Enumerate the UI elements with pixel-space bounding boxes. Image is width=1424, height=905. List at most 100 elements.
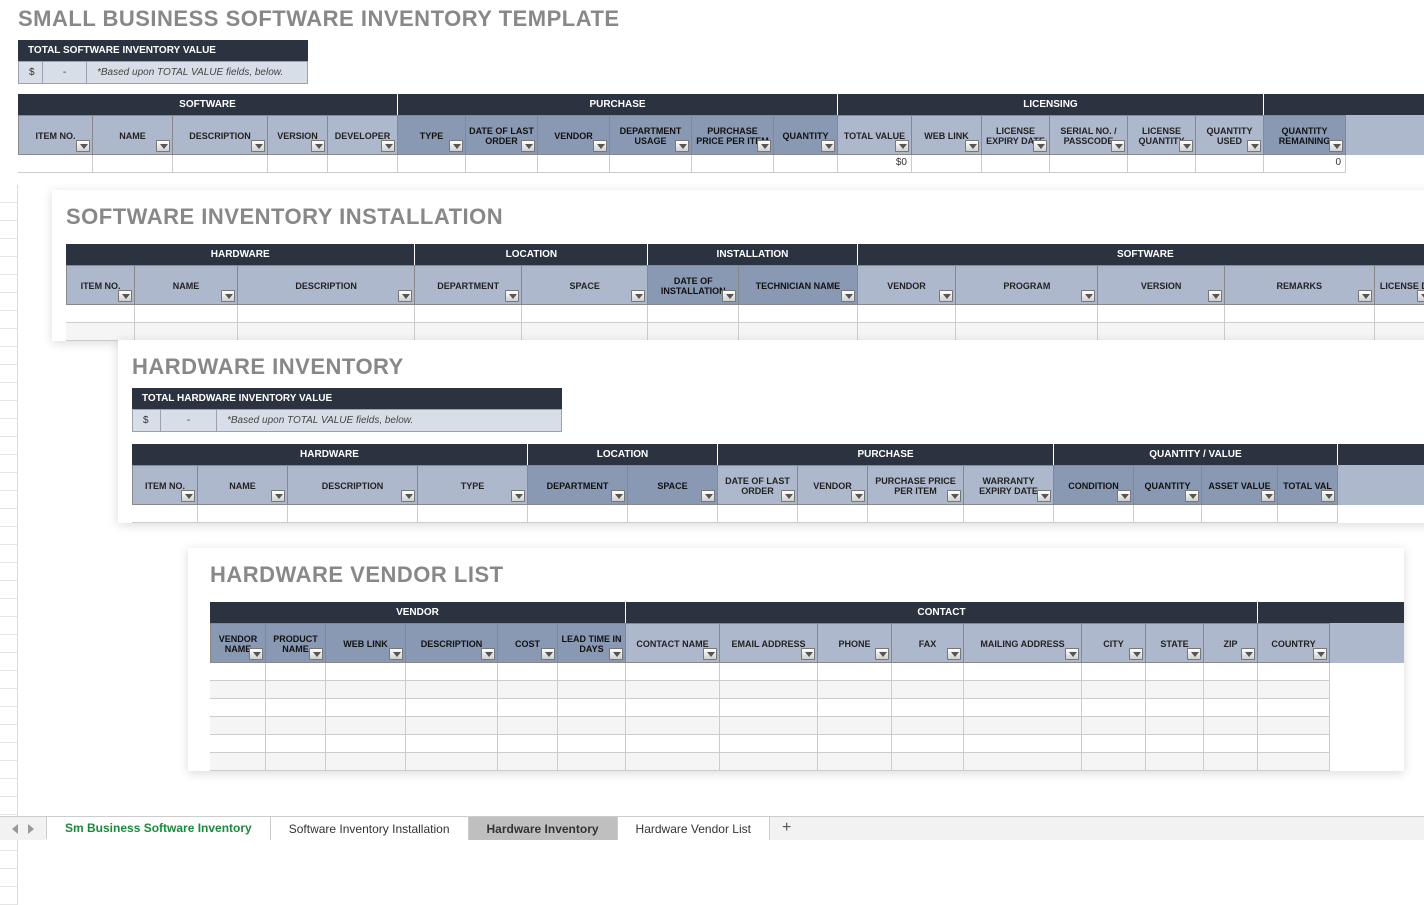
filter-dropdown-icon[interactable] [118, 290, 132, 302]
filter-dropdown-icon[interactable] [249, 648, 263, 660]
table-cell[interactable] [498, 681, 558, 699]
filter-dropdown-icon[interactable] [965, 140, 979, 152]
table-cell[interactable] [210, 681, 266, 699]
table-cell[interactable] [135, 305, 238, 323]
table-cell[interactable] [892, 681, 964, 699]
tab-sm-business-software-inventory[interactable]: Sm Business Software Inventory [46, 817, 271, 840]
table-cell[interactable] [266, 735, 326, 753]
column-header[interactable]: QUANTITY REMAINING [1264, 115, 1346, 155]
table-cell[interactable] [93, 155, 173, 173]
table-cell[interactable] [266, 681, 326, 699]
filter-dropdown-icon[interactable] [541, 648, 555, 660]
table-cell[interactable] [739, 323, 857, 341]
filter-dropdown-icon[interactable] [1129, 648, 1143, 660]
filter-dropdown-icon[interactable] [1037, 490, 1051, 502]
filter-dropdown-icon[interactable] [947, 490, 961, 502]
table-cell[interactable] [406, 699, 498, 717]
filter-dropdown-icon[interactable] [1117, 490, 1131, 502]
filter-dropdown-icon[interactable] [389, 648, 403, 660]
column-header[interactable]: SERIAL NO. / PASSCODE [1050, 115, 1128, 155]
tab-nav-prev-icon[interactable] [8, 822, 22, 836]
table-cell[interactable] [720, 663, 818, 681]
column-header[interactable]: EMAIL ADDRESS [720, 623, 818, 663]
table-cell[interactable] [415, 323, 522, 341]
table-cell[interactable] [858, 323, 957, 341]
table-cell[interactable] [268, 155, 328, 173]
column-header[interactable]: LICENSE EXPIRY DATE [982, 115, 1050, 155]
table-cell[interactable] [774, 155, 838, 173]
table-cell[interactable] [498, 735, 558, 753]
table-cell[interactable] [1202, 505, 1278, 523]
table-cell[interactable] [720, 681, 818, 699]
column-header[interactable]: COST [498, 623, 558, 663]
table-cell[interactable] [892, 699, 964, 717]
filter-dropdown-icon[interactable] [821, 140, 835, 152]
table-cell[interactable] [288, 505, 418, 523]
table-cell[interactable] [558, 735, 626, 753]
add-sheet-button[interactable]: + [769, 817, 803, 840]
table-cell[interactable] [610, 155, 692, 173]
column-header[interactable]: PURCHASE PRICE PER ITEM [868, 465, 964, 505]
table-cell[interactable] [626, 663, 720, 681]
column-header[interactable]: DESCRIPTION [173, 115, 268, 155]
table-cell[interactable]: $0 [838, 155, 912, 173]
table-cell[interactable] [1146, 681, 1204, 699]
table-row[interactable] [66, 323, 1424, 341]
filter-dropdown-icon[interactable] [449, 140, 463, 152]
column-header[interactable]: FAX [892, 623, 964, 663]
column-header[interactable]: DEPARTMENT [415, 265, 522, 305]
column-header[interactable]: CONDITION [1054, 465, 1134, 505]
table-cell[interactable] [1278, 505, 1338, 523]
table-cell[interactable] [406, 753, 498, 771]
table-cell[interactable] [868, 505, 964, 523]
table-cell[interactable] [892, 663, 964, 681]
column-header[interactable]: ITEM NO. [132, 465, 198, 505]
filter-dropdown-icon[interactable] [703, 648, 717, 660]
column-header[interactable]: VENDOR [798, 465, 868, 505]
table-cell[interactable] [1204, 663, 1258, 681]
filter-dropdown-icon[interactable] [1329, 140, 1343, 152]
table-cell[interactable] [1050, 155, 1128, 173]
column-header[interactable]: ITEM NO. [18, 115, 93, 155]
table-cell[interactable] [498, 663, 558, 681]
column-header[interactable]: SPACE [522, 265, 648, 305]
column-header[interactable]: TOTAL VAL [1278, 465, 1338, 505]
table-cell[interactable] [210, 753, 266, 771]
table-cell[interactable] [1258, 735, 1330, 753]
table-cell[interactable] [718, 505, 798, 523]
table-cell[interactable] [628, 505, 718, 523]
table-cell[interactable] [498, 753, 558, 771]
table-row[interactable] [132, 505, 1424, 523]
column-header[interactable]: VERSION [268, 115, 328, 155]
column-header[interactable]: QUANTITY [774, 115, 838, 155]
filter-dropdown-icon[interactable] [851, 490, 865, 502]
filter-dropdown-icon[interactable] [505, 290, 519, 302]
table-cell[interactable] [326, 717, 406, 735]
table-cell[interactable] [415, 305, 522, 323]
filter-dropdown-icon[interactable] [781, 490, 795, 502]
table-cell[interactable] [1204, 753, 1258, 771]
table-cell[interactable] [964, 663, 1082, 681]
filter-dropdown-icon[interactable] [1179, 140, 1193, 152]
table-cell[interactable] [406, 663, 498, 681]
table-cell[interactable] [1225, 305, 1375, 323]
filter-dropdown-icon[interactable] [1065, 648, 1079, 660]
filter-dropdown-icon[interactable] [609, 648, 623, 660]
table-cell[interactable] [173, 155, 268, 173]
column-header[interactable]: PROGRAM [956, 265, 1098, 305]
column-header[interactable]: REMARKS [1225, 265, 1375, 305]
table-cell[interactable] [1258, 717, 1330, 735]
table-cell[interactable] [648, 323, 739, 341]
table-cell[interactable] [528, 505, 628, 523]
table-cell[interactable] [522, 305, 648, 323]
column-header[interactable]: VENDOR [538, 115, 610, 155]
filter-dropdown-icon[interactable] [309, 648, 323, 660]
table-cell[interactable] [892, 753, 964, 771]
column-header[interactable]: STATE [1146, 623, 1204, 663]
tab-hardware-vendor-list[interactable]: Hardware Vendor List [617, 817, 770, 840]
filter-dropdown-icon[interactable] [1185, 490, 1199, 502]
filter-dropdown-icon[interactable] [221, 290, 235, 302]
column-header[interactable]: WEB LINK [912, 115, 982, 155]
table-cell[interactable] [498, 717, 558, 735]
table-cell[interactable] [210, 735, 266, 753]
